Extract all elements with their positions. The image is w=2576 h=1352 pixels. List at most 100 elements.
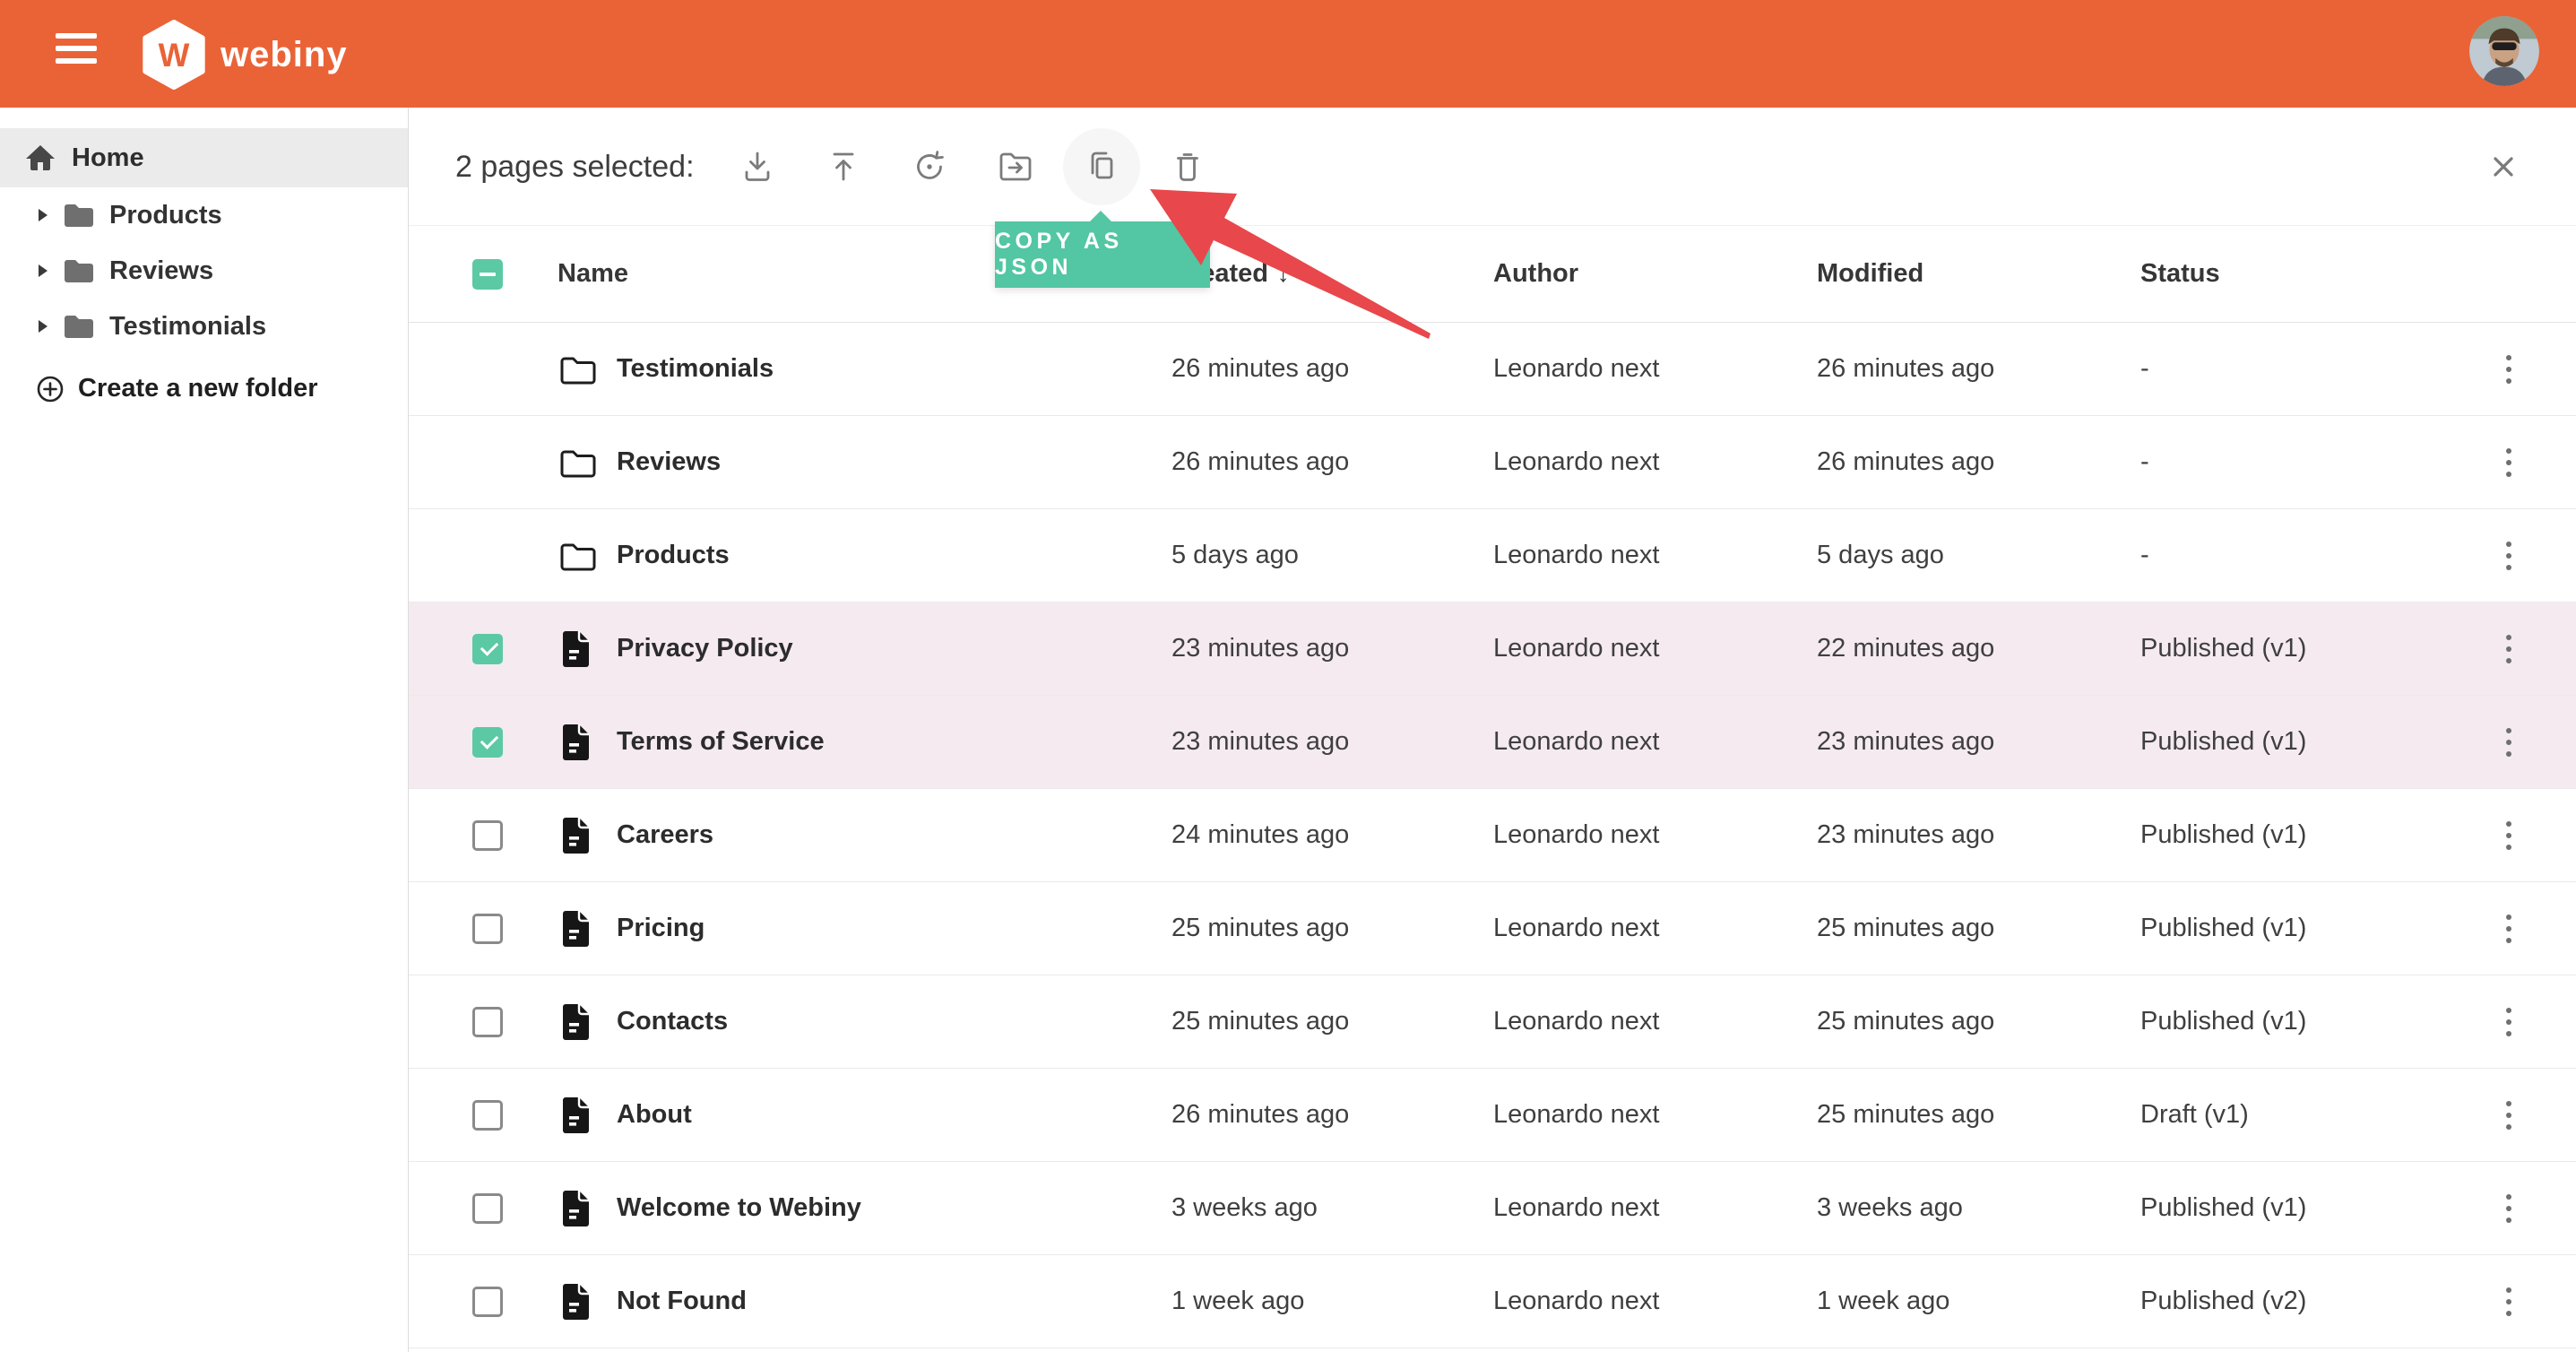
row-modified: 1 week ago: [1817, 1287, 2140, 1316]
row-checkbox[interactable]: [472, 1287, 503, 1317]
move-to-folder-icon: [996, 147, 1035, 186]
row-author: Leonardo next: [1493, 1100, 1817, 1130]
copy-icon: [1082, 147, 1121, 186]
folder-icon: [559, 350, 597, 389]
sidebar-folder-item[interactable]: Reviews: [0, 243, 408, 299]
row-status: Published (v1): [2140, 914, 2442, 943]
row-menu-button[interactable]: [2494, 999, 2524, 1044]
create-folder-button[interactable]: Create a new folder: [0, 374, 408, 403]
move-button[interactable]: [977, 128, 1054, 205]
row-name: Careers: [617, 820, 713, 850]
table-row[interactable]: Welcome to Webiny 3 weeks ago Leonardo n…: [409, 1162, 2576, 1255]
row-modified: 25 minutes ago: [1817, 1100, 2140, 1130]
row-name: Contacts: [617, 1007, 728, 1036]
sidebar-folder-item[interactable]: Testimonials: [0, 299, 408, 354]
app-header: W webiny: [0, 0, 2576, 108]
bulk-actions: [719, 128, 1226, 205]
row-menu-button[interactable]: [2494, 439, 2524, 485]
row-checkbox[interactable]: [472, 820, 503, 851]
table-row[interactable]: Terms of Service 23 minutes ago Leonardo…: [409, 696, 2576, 789]
sidebar-item-home[interactable]: Home: [0, 128, 408, 187]
row-menu-button[interactable]: [2494, 533, 2524, 578]
row-status: -: [2140, 447, 2442, 477]
select-all-checkbox[interactable]: [472, 259, 503, 290]
row-status: Draft (v1): [2140, 1100, 2442, 1130]
chevron-right-icon: [38, 208, 48, 222]
sidebar-folder-label: Testimonials: [109, 312, 266, 342]
restore-icon: [910, 147, 949, 186]
row-created: 26 minutes ago: [1171, 447, 1493, 477]
page-icon: [559, 816, 597, 855]
trash-icon: [1168, 147, 1207, 186]
page-icon: [559, 1002, 597, 1042]
hamburger-menu-icon[interactable]: [56, 33, 97, 74]
row-modified: 5 days ago: [1817, 541, 2140, 570]
selection-count-text: 2 pages selected:: [455, 108, 695, 226]
table-row[interactable]: Testimonials 26 minutes ago Leonardo nex…: [409, 323, 2576, 416]
row-created: 26 minutes ago: [1171, 1100, 1493, 1130]
folder-icon: [63, 202, 95, 229]
row-created: 1 week ago: [1171, 1287, 1493, 1316]
download-icon: [738, 147, 777, 186]
row-checkbox[interactable]: [472, 1193, 503, 1224]
row-checkbox[interactable]: [472, 1007, 503, 1037]
row-modified: 23 minutes ago: [1817, 727, 2140, 757]
row-menu-button[interactable]: [2494, 626, 2524, 672]
selection-toolbar: 2 pages selected:: [409, 108, 2576, 226]
sidebar-folder-label: Reviews: [109, 256, 213, 286]
page-icon: [559, 1096, 597, 1135]
delete-button[interactable]: [1149, 128, 1226, 205]
row-author: Leonardo next: [1493, 820, 1817, 850]
row-menu-button[interactable]: [2494, 346, 2524, 392]
folder-icon: [559, 443, 597, 482]
table-row[interactable]: Careers 24 minutes ago Leonardo next 23 …: [409, 789, 2576, 882]
row-status: Published (v1): [2140, 820, 2442, 850]
row-menu-button[interactable]: [2494, 1278, 2524, 1324]
restore-button[interactable]: [891, 128, 968, 205]
row-name: Not Found: [617, 1287, 747, 1316]
sort-desc-icon: ↓: [1277, 260, 1290, 287]
table-row[interactable]: About 26 minutes ago Leonardo next 25 mi…: [409, 1069, 2576, 1162]
close-selection-button[interactable]: [2482, 145, 2525, 188]
copy-button[interactable]: [1063, 128, 1140, 205]
row-name: About: [617, 1100, 692, 1130]
row-status: Published (v1): [2140, 1193, 2442, 1223]
row-created: 5 days ago: [1171, 541, 1493, 570]
folder-tree: Products Reviews: [0, 187, 408, 354]
folder-icon: [559, 536, 597, 576]
publish-button[interactable]: [805, 128, 882, 205]
download-button[interactable]: [719, 128, 796, 205]
row-status: Published (v1): [2140, 634, 2442, 663]
row-checkbox[interactable]: [472, 727, 503, 758]
chevron-right-icon: [38, 319, 48, 334]
table-row[interactable]: Reviews 26 minutes ago Leonardo next 26 …: [409, 416, 2576, 509]
row-created: 3 weeks ago: [1171, 1193, 1493, 1223]
row-menu-button[interactable]: [2494, 1185, 2524, 1231]
row-checkbox[interactable]: [472, 1100, 503, 1131]
row-name: Reviews: [617, 447, 721, 477]
close-icon: [2485, 149, 2521, 185]
folder-icon: [63, 313, 95, 340]
sidebar-folder-item[interactable]: Products: [0, 187, 408, 243]
row-menu-button[interactable]: [2494, 812, 2524, 858]
row-menu-button[interactable]: [2494, 719, 2524, 765]
table-row[interactable]: Contacts 25 minutes ago Leonardo next 25…: [409, 975, 2576, 1069]
webiny-hexagon-icon: W: [142, 20, 206, 90]
avatar[interactable]: [2469, 16, 2539, 86]
table-row[interactable]: Not Found 1 week ago Leonardo next 1 wee…: [409, 1255, 2576, 1348]
row-author: Leonardo next: [1493, 1007, 1817, 1036]
plus-circle-icon: [36, 375, 65, 403]
row-checkbox[interactable]: [472, 634, 503, 664]
row-created: 23 minutes ago: [1171, 634, 1493, 663]
row-modified: 25 minutes ago: [1817, 914, 2140, 943]
publish-icon: [824, 147, 863, 186]
table-row[interactable]: Privacy Policy 23 minutes ago Leonardo n…: [409, 602, 2576, 696]
row-menu-button[interactable]: [2494, 1092, 2524, 1138]
row-checkbox[interactable]: [472, 914, 503, 944]
row-created: 26 minutes ago: [1171, 354, 1493, 384]
row-menu-button[interactable]: [2494, 906, 2524, 951]
column-header-created[interactable]: Created↓: [1171, 259, 1493, 289]
table-row[interactable]: Products 5 days ago Leonardo next 5 days…: [409, 509, 2576, 602]
row-modified: 26 minutes ago: [1817, 447, 2140, 477]
table-row[interactable]: Pricing 25 minutes ago Leonardo next 25 …: [409, 882, 2576, 975]
